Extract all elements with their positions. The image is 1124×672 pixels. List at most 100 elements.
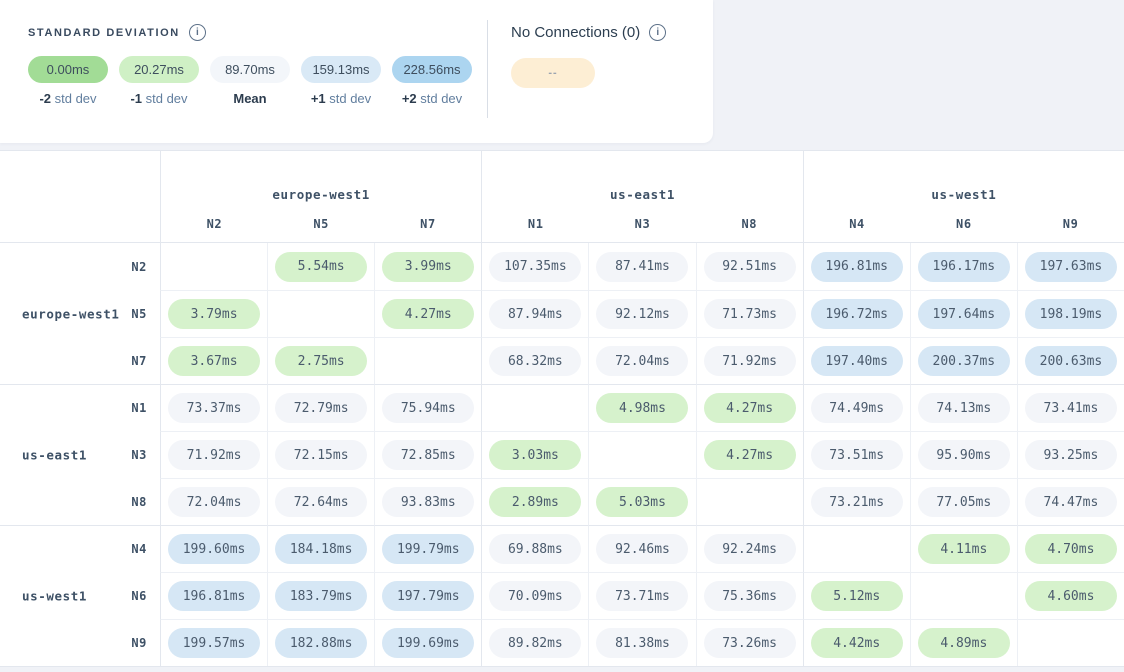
latency-cell: 2.89ms <box>481 478 588 525</box>
row-header-N4: N4 <box>0 525 160 572</box>
latency-cell-pill[interactable]: 2.89ms <box>489 487 581 517</box>
latency-cell-pill[interactable]: 200.63ms <box>1025 346 1117 376</box>
latency-cell-pill[interactable]: 73.41ms <box>1025 393 1117 423</box>
latency-cell-pill[interactable]: 75.94ms <box>382 393 474 423</box>
latency-cell-pill[interactable]: 74.49ms <box>811 393 903 423</box>
latency-cell-pill[interactable]: 200.37ms <box>918 346 1010 376</box>
latency-cell: 196.81ms <box>160 572 267 619</box>
legend-stop-pill: 228.56ms <box>392 56 472 83</box>
latency-cell-pill[interactable]: 5.54ms <box>275 252 367 282</box>
latency-cell: 72.04ms <box>588 337 695 384</box>
latency-cell: 73.41ms <box>1017 384 1124 431</box>
latency-cell-pill[interactable]: 5.12ms <box>811 581 903 611</box>
latency-cell-pill[interactable]: 4.70ms <box>1025 534 1117 564</box>
latency-cell: 5.03ms <box>588 478 695 525</box>
latency-cell-pill[interactable]: 73.21ms <box>811 487 903 517</box>
latency-cell: 72.85ms <box>374 431 481 478</box>
latency-cell: 87.41ms <box>588 243 695 290</box>
latency-cell-pill[interactable]: 4.98ms <box>596 393 688 423</box>
column-node-labels: N2N5N7 <box>161 217 481 231</box>
latency-cell-pill[interactable]: 81.38ms <box>596 628 688 658</box>
latency-cell-self <box>374 337 481 384</box>
latency-cell-pill[interactable]: 92.24ms <box>704 534 796 564</box>
latency-cell-pill[interactable]: 107.35ms <box>489 252 581 282</box>
column-region-label: us-east1 <box>482 187 802 202</box>
legend-stop-label: -1 std dev <box>119 91 199 106</box>
latency-cell-pill[interactable]: 70.09ms <box>489 581 581 611</box>
latency-cell-pill[interactable]: 71.92ms <box>704 346 796 376</box>
latency-cell-pill[interactable]: 89.82ms <box>489 628 581 658</box>
latency-cell-pill[interactable]: 3.67ms <box>168 346 260 376</box>
latency-cell-pill[interactable]: 93.83ms <box>382 487 474 517</box>
column-node-label: N7 <box>375 217 482 231</box>
latency-cell-pill[interactable]: 69.88ms <box>489 534 581 564</box>
latency-cell-pill[interactable]: 4.27ms <box>382 299 474 329</box>
latency-cell-pill[interactable]: 197.40ms <box>811 346 903 376</box>
latency-cell-pill[interactable]: 72.04ms <box>168 487 260 517</box>
latency-cell-pill[interactable]: 68.32ms <box>489 346 581 376</box>
row-node-label: N8 <box>131 495 147 509</box>
latency-cell-pill[interactable]: 73.71ms <box>596 581 688 611</box>
latency-cell-pill[interactable]: 3.99ms <box>382 252 474 282</box>
latency-cell-pill[interactable]: 196.72ms <box>811 299 903 329</box>
latency-cell-pill[interactable]: 183.79ms <box>275 581 367 611</box>
latency-cell-pill[interactable]: 75.36ms <box>704 581 796 611</box>
latency-cell-pill[interactable]: 71.73ms <box>704 299 796 329</box>
latency-cell: 92.12ms <box>588 290 695 337</box>
latency-cell-pill[interactable]: 72.04ms <box>596 346 688 376</box>
latency-cell-pill[interactable]: 196.81ms <box>811 252 903 282</box>
latency-cell-pill[interactable]: 95.90ms <box>918 440 1010 470</box>
latency-cell-pill[interactable]: 73.26ms <box>704 628 796 658</box>
latency-cell-pill[interactable]: 77.05ms <box>918 487 1010 517</box>
latency-cell-pill[interactable]: 4.27ms <box>704 440 796 470</box>
column-node-label: N3 <box>589 217 696 231</box>
latency-cell-pill[interactable]: 4.11ms <box>918 534 1010 564</box>
latency-cell-pill[interactable]: 197.79ms <box>382 581 474 611</box>
latency-cell-pill[interactable]: 2.75ms <box>275 346 367 376</box>
latency-cell-pill[interactable]: 92.51ms <box>704 252 796 282</box>
latency-cell-pill[interactable]: 199.69ms <box>382 628 474 658</box>
latency-cell-pill[interactable]: 87.94ms <box>489 299 581 329</box>
latency-cell-pill[interactable]: 74.13ms <box>918 393 1010 423</box>
latency-cell-pill[interactable]: 73.51ms <box>811 440 903 470</box>
latency-cell-pill[interactable]: 196.17ms <box>918 252 1010 282</box>
latency-cell-pill[interactable]: 4.42ms <box>811 628 903 658</box>
latency-cell-pill[interactable]: 71.92ms <box>168 440 260 470</box>
latency-cell-pill[interactable]: 199.57ms <box>168 628 260 658</box>
latency-cell: 2.75ms <box>267 337 374 384</box>
latency-cell-pill[interactable]: 72.79ms <box>275 393 367 423</box>
info-icon[interactable]: i <box>189 24 206 41</box>
latency-cell: 89.82ms <box>481 619 588 666</box>
latency-cell-pill[interactable]: 87.41ms <box>596 252 688 282</box>
row-region-label: us-east1 <box>22 447 87 462</box>
latency-cell-pill[interactable]: 72.85ms <box>382 440 474 470</box>
latency-cell-pill[interactable]: 73.37ms <box>168 393 260 423</box>
latency-cell-pill[interactable]: 4.27ms <box>704 393 796 423</box>
latency-cell-pill[interactable]: 197.64ms <box>918 299 1010 329</box>
latency-cell-pill[interactable]: 4.60ms <box>1025 581 1117 611</box>
latency-cell-pill[interactable]: 5.03ms <box>596 487 688 517</box>
latency-cell-pill[interactable]: 199.60ms <box>168 534 260 564</box>
latency-cell: 199.69ms <box>374 619 481 666</box>
latency-cell: 197.40ms <box>803 337 910 384</box>
latency-cell-self <box>588 431 695 478</box>
latency-cell-pill[interactable]: 199.79ms <box>382 534 474 564</box>
latency-cell-pill[interactable]: 196.81ms <box>168 581 260 611</box>
latency-cell-pill[interactable]: 93.25ms <box>1025 440 1117 470</box>
latency-cell: 4.27ms <box>374 290 481 337</box>
column-node-label: N8 <box>696 217 803 231</box>
latency-cell-pill[interactable]: 72.15ms <box>275 440 367 470</box>
latency-cell-pill[interactable]: 74.47ms <box>1025 487 1117 517</box>
info-icon[interactable]: i <box>649 24 666 41</box>
latency-cell-pill[interactable]: 3.79ms <box>168 299 260 329</box>
latency-cell-pill[interactable]: 184.18ms <box>275 534 367 564</box>
latency-cell-pill[interactable]: 72.64ms <box>275 487 367 517</box>
latency-cell-pill[interactable]: 92.12ms <box>596 299 688 329</box>
latency-cell-pill[interactable]: 4.89ms <box>918 628 1010 658</box>
latency-cell-pill[interactable]: 3.03ms <box>489 440 581 470</box>
latency-cell-pill[interactable]: 182.88ms <box>275 628 367 658</box>
latency-cell-pill[interactable]: 198.19ms <box>1025 299 1117 329</box>
latency-cell-pill[interactable]: 197.63ms <box>1025 252 1117 282</box>
latency-cell-pill[interactable]: 92.46ms <box>596 534 688 564</box>
row-node-label: N6 <box>131 589 147 603</box>
